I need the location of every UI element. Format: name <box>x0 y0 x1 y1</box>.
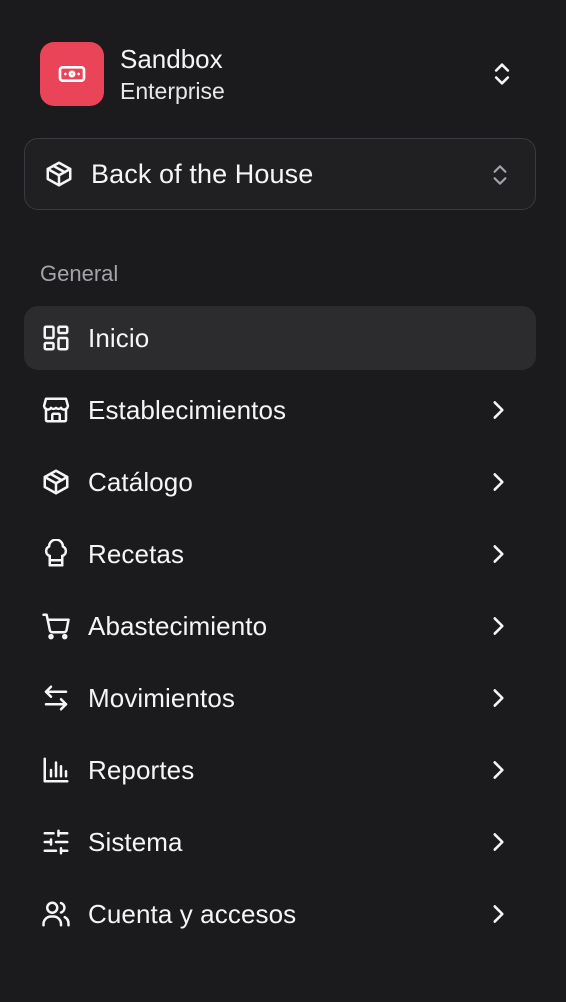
chevron-right-icon <box>482 682 514 714</box>
nav-item-establecimientos[interactable]: Establecimientos <box>24 378 536 442</box>
chevrons-up-down-icon[interactable] <box>486 58 518 90</box>
nav-item-catalogo[interactable]: Catálogo <box>24 450 536 514</box>
chevron-right-icon <box>482 394 514 426</box>
nav-item-label: Cuenta y accesos <box>88 898 297 929</box>
chevron-right-icon <box>482 898 514 930</box>
nav-item-label: Catálogo <box>88 466 193 497</box>
location-label: Back of the House <box>91 158 314 189</box>
nav-item-label: Reportes <box>88 754 195 785</box>
bar-chart-icon <box>40 754 72 786</box>
chevrons-up-down-icon <box>485 159 515 191</box>
nav-item-label: Inicio <box>88 322 150 353</box>
chevron-right-icon <box>482 610 514 642</box>
shopping-cart-icon <box>40 610 72 642</box>
location-selector[interactable]: Back of the House <box>24 138 536 210</box>
nav-item-recetas[interactable]: Recetas <box>24 522 536 586</box>
org-logo <box>40 42 104 106</box>
org-plan: Enterprise <box>120 78 225 104</box>
users-icon <box>40 898 72 930</box>
nav-item-label: Abastecimiento <box>88 610 268 641</box>
store-icon <box>40 394 72 426</box>
nav-item-sistema[interactable]: Sistema <box>24 810 536 874</box>
nav-item-label: Movimientos <box>88 682 236 713</box>
org-switcher[interactable]: Sandbox Enterprise <box>40 42 520 106</box>
nav-list: Inicio Establecimientos Catálogo Recetas… <box>24 306 536 954</box>
nav-item-movimientos[interactable]: Movimientos <box>24 666 536 730</box>
box-icon <box>40 466 72 498</box>
sidebar: Sandbox Enterprise Back of the House Gen… <box>0 0 566 1002</box>
nav-item-label: Recetas <box>88 538 185 569</box>
layout-dashboard-icon <box>40 322 72 354</box>
nav-item-label: Sistema <box>88 826 183 857</box>
nav-item-inicio[interactable]: Inicio <box>24 306 536 370</box>
box-icon <box>43 158 75 190</box>
nav-item-label: Establecimientos <box>88 394 287 425</box>
nav-item-reportes[interactable]: Reportes <box>24 738 536 802</box>
chevron-right-icon <box>482 466 514 498</box>
nav-item-cuenta-y-accesos[interactable]: Cuenta y accesos <box>24 882 536 946</box>
org-text: Sandbox Enterprise <box>120 43 225 105</box>
chevron-right-icon <box>482 538 514 570</box>
chevron-right-icon <box>482 754 514 786</box>
nav-item-abastecimiento[interactable]: Abastecimiento <box>24 594 536 658</box>
chef-hat-icon <box>40 538 72 570</box>
chevron-right-icon <box>482 826 514 858</box>
nav-section-label: General <box>40 261 119 286</box>
arrow-left-right-icon <box>40 682 72 714</box>
sliders-icon <box>40 826 72 858</box>
banknote-icon <box>56 58 88 90</box>
org-name: Sandbox <box>120 44 223 74</box>
